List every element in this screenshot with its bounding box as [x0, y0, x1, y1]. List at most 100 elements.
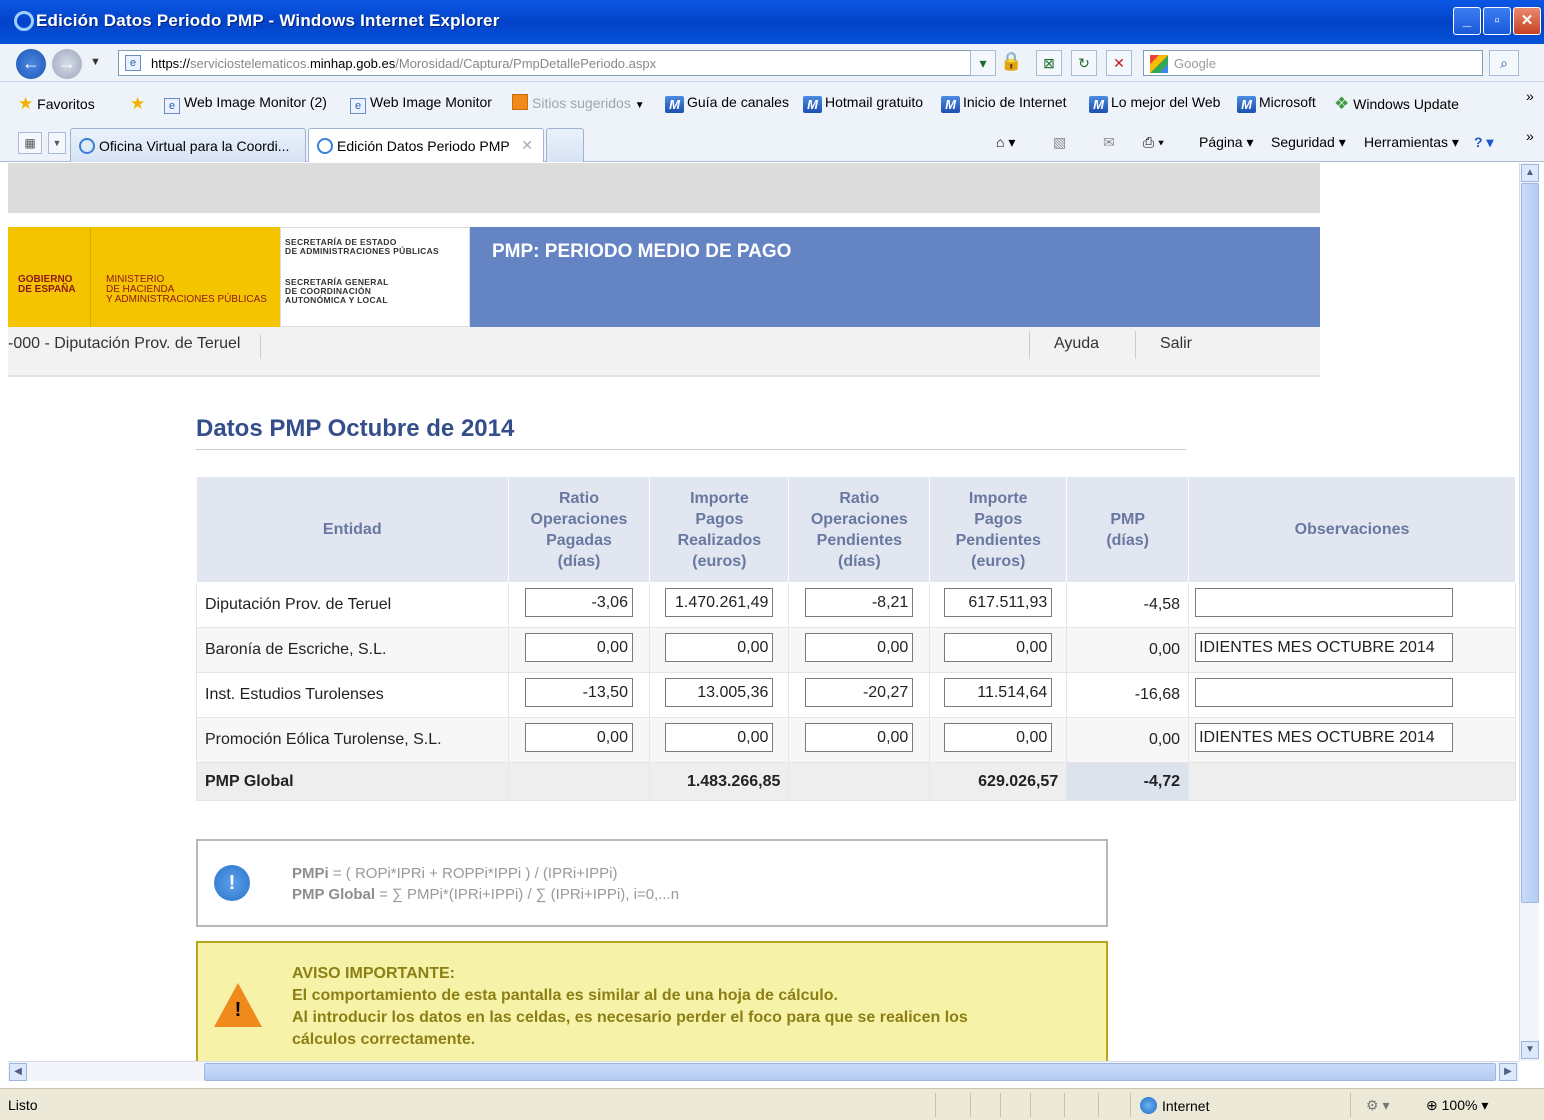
page-menu[interactable]: Página ▾ [1199, 134, 1254, 151]
fav-item-hotmail-gratuito[interactable]: M Hotmail gratuito [803, 94, 923, 113]
formula-pmp-global: PMP Global = ∑ PMPi*(IPRi+IPPi) / ∑ (IPR… [292, 886, 680, 903]
observaciones-cell [1188, 672, 1516, 718]
vertical-scroll-thumb[interactable] [1521, 183, 1539, 903]
help-link[interactable]: Ayuda [1054, 335, 1099, 353]
lock-icon[interactable]: 🔒 [1000, 51, 1022, 75]
importe-pendientes-input[interactable]: 11.514,64 [944, 678, 1053, 707]
exit-link[interactable]: Salir [1160, 335, 1192, 353]
fav-item-web-image-monitor[interactable]: e Web Image Monitor [350, 94, 492, 114]
security-menu[interactable]: Seguridad ▾ [1271, 134, 1346, 151]
table-row: Diputación Prov. de Teruel -3,06 1.470.2… [196, 582, 1516, 628]
tab-list-dropdown-icon[interactable]: ▼ [48, 132, 66, 154]
horizontal-scrollbar[interactable]: ◀ ▶ [8, 1061, 1519, 1081]
address-bar[interactable]: e https://serviciostelematicos.minhap.go… [118, 50, 996, 76]
address-dropdown-icon[interactable]: ▾ [970, 50, 996, 76]
banner-title: PMP: PERIODO MEDIO DE PAGO [492, 241, 792, 262]
home-icon[interactable]: ⌂ ▾ [996, 134, 1015, 151]
divider [1000, 1093, 1001, 1117]
importe-realizados-input[interactable]: 0,00 [665, 633, 774, 662]
observaciones-input[interactable] [1195, 588, 1454, 617]
mail-icon[interactable]: ✉ [1103, 134, 1115, 151]
ratio-pagadas-input[interactable]: 0,00 [524, 723, 633, 752]
close-tab-icon[interactable]: ✕ [521, 137, 533, 154]
fav-item-sitios-sugeridos[interactable]: Sitios sugeridos ▼ [512, 94, 645, 111]
scroll-right-icon[interactable]: ▶ [1499, 1063, 1517, 1081]
fav-item-web-image-monitor-2[interactable]: e Web Image Monitor (2) [164, 94, 327, 114]
total-empty-cell [507, 762, 651, 801]
search-box[interactable]: Google [1143, 50, 1483, 76]
compatibility-view-icon[interactable]: ⊠ [1036, 50, 1062, 76]
fav-item-microsoft[interactable]: M Microsoft [1237, 94, 1316, 113]
scroll-down-icon[interactable]: ▼ [1521, 1041, 1539, 1059]
warning-box: ! AVISO IMPORTANTE: El comportamiento de… [196, 941, 1108, 1061]
protected-mode-icon[interactable]: ⚙ ▾ [1366, 1097, 1389, 1114]
importe-pendientes-input[interactable]: 617.511,93 [944, 588, 1053, 617]
ie-page-icon: e [164, 98, 180, 114]
quick-tabs-icon[interactable]: ▦ [18, 132, 42, 154]
importe-realizados-input[interactable]: 13.005,36 [665, 678, 774, 707]
print-icon[interactable]: ⎙ ▾ [1143, 134, 1164, 151]
ratio-pendientes-input[interactable]: -20,27 [805, 678, 914, 707]
tab-edicion-datos[interactable]: Edición Datos Periodo PMP ✕ [308, 128, 544, 162]
favorites-button[interactable]: ★ Favoritos [18, 94, 95, 114]
fav-item-inicio-de-internet[interactable]: M Inicio de Internet [941, 94, 1067, 113]
favorites-more-chevron[interactable]: » [1526, 88, 1534, 104]
refresh-icon[interactable]: ↻ [1071, 50, 1097, 76]
horizontal-scroll-thumb[interactable] [204, 1063, 1496, 1081]
ratio-pagadas-input[interactable]: 0,00 [524, 633, 633, 662]
fav-item-windows-update[interactable]: ❖ Windows Update [1334, 94, 1459, 114]
ratio-pendientes-input[interactable]: 0,00 [805, 633, 914, 662]
ratio-pagadas-input[interactable]: -3,06 [524, 588, 633, 617]
entity-label: -000 - Diputación Prov. de Teruel [8, 335, 262, 359]
zoom-control[interactable]: ⊕ 100% ▾ [1426, 1097, 1488, 1114]
vertical-scrollbar[interactable]: ▲ ▼ [1519, 163, 1539, 1061]
user-bar: -000 - Diputación Prov. de Teruel Ayuda … [8, 327, 1320, 377]
table-header-row: Entidad Ratio Operaciones Pagadas (días)… [196, 476, 1516, 583]
new-tab-button[interactable] [546, 128, 584, 162]
table-row: Inst. Estudios Turolenses -13,50 13.005,… [196, 672, 1516, 718]
importe-realizados-input[interactable]: 0,00 [665, 723, 774, 752]
search-icon[interactable]: ⌕ [1489, 50, 1519, 76]
total-importe-pendientes: 629.026,57 [929, 762, 1068, 801]
total-empty-cell [788, 762, 931, 801]
importe-pendientes-input[interactable]: 0,00 [944, 633, 1053, 662]
close-window-button[interactable]: ✕ [1513, 7, 1541, 35]
google-icon [1150, 55, 1168, 73]
url-text[interactable]: https://serviciostelematicos.minhap.gob.… [151, 56, 656, 71]
commandbar-more-chevron[interactable]: » [1526, 128, 1534, 144]
msn-icon: M [1237, 96, 1256, 113]
warning-exclamation: ! [234, 999, 242, 1021]
importe-realizados-input[interactable]: 1.470.261,49 [665, 588, 774, 617]
forward-button[interactable]: → [52, 49, 82, 79]
observaciones-input[interactable]: IDIENTES MES OCTUBRE 2014 [1195, 723, 1454, 752]
observaciones-input[interactable] [1195, 678, 1454, 707]
minimize-button[interactable]: _ [1453, 7, 1481, 35]
observaciones-input[interactable]: IDIENTES MES OCTUBRE 2014 [1195, 633, 1454, 662]
ratio-pagadas-cell: -13,50 [507, 672, 651, 718]
ratio-pendientes-input[interactable]: 0,00 [805, 723, 914, 752]
ratio-pendientes-input[interactable]: -8,21 [805, 588, 914, 617]
ratio-pagadas-cell: -3,06 [507, 582, 651, 628]
pmp-cell: -4,58 [1066, 582, 1190, 628]
tab-oficina-virtual[interactable]: Oficina Virtual para la Coordi... [70, 128, 306, 162]
scroll-left-icon[interactable]: ◀ [9, 1063, 27, 1081]
ratio-pagadas-input[interactable]: -13,50 [524, 678, 633, 707]
tools-menu[interactable]: Herramientas ▾ [1364, 134, 1459, 151]
status-text: Listo [8, 1097, 38, 1113]
stop-icon[interactable]: ✕ [1106, 50, 1132, 76]
security-zone[interactable]: Internet [1140, 1097, 1209, 1114]
scroll-up-icon[interactable]: ▲ [1521, 164, 1539, 182]
back-button[interactable]: ← [16, 49, 46, 79]
history-dropdown-icon[interactable]: ▼ [90, 56, 101, 68]
importe-pendientes-input[interactable]: 0,00 [944, 723, 1053, 752]
help-icon[interactable]: ? ▾ [1474, 134, 1493, 151]
maximize-button[interactable]: ▫ [1483, 7, 1511, 35]
add-favorite-icon[interactable]: ★ [130, 94, 145, 114]
total-label: PMP Global [196, 762, 509, 801]
globe-icon [1140, 1097, 1157, 1114]
divider [1029, 331, 1030, 359]
msn-icon: M [941, 96, 960, 113]
feeds-icon[interactable]: ▧ [1053, 134, 1066, 151]
fav-item-guia-de-canales[interactable]: M Guía de canales [665, 94, 789, 113]
fav-item-lo-mejor-del-web[interactable]: M Lo mejor del Web [1089, 94, 1220, 113]
